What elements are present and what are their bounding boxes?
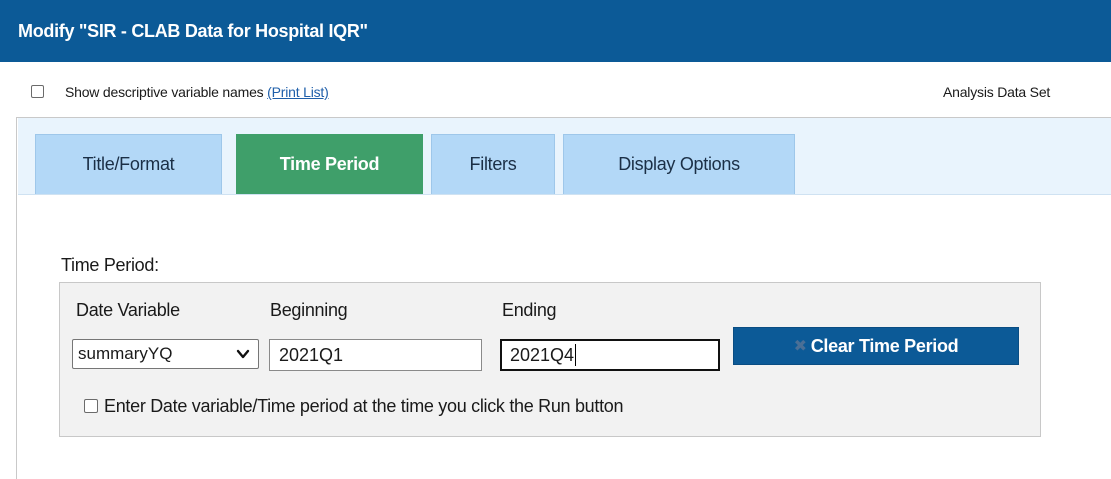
tab-filters[interactable]: Filters [431,134,555,194]
date-variable-value: summaryYQ [78,344,173,363]
clear-time-period-button[interactable]: ✖ Clear Time Period [733,327,1019,365]
enter-at-runtime-label: Enter Date variable/Time period at the t… [104,396,624,416]
date-variable-select[interactable]: summaryYQ [72,339,259,369]
variable-names-row: Show descriptive variable names (Print L… [0,80,1111,106]
ending-input[interactable]: 2021Q4 [500,339,720,371]
analysis-dataset-label: Analysis Data Set [943,84,1051,100]
tab-display-options[interactable]: Display Options [563,134,795,194]
enter-at-runtime-row: Enter Date variable/Time period at the t… [84,396,624,417]
time-period-section-label: Time Period: [61,255,159,275]
beginning-input[interactable]: 2021Q1 [269,339,482,371]
show-descriptive-label: Show descriptive variable names (Print L… [65,84,329,100]
modify-report-page: Modify "SIR - CLAB Data for Hospital IQR… [0,0,1111,479]
tab-strip: Title/Format Time Period Filters Display… [18,118,1111,195]
beginning-label: Beginning [270,300,348,320]
dialog-title-bar: Modify "SIR - CLAB Data for Hospital IQR… [0,0,1111,62]
dialog-title: Modify "SIR - CLAB Data for Hospital IQR… [18,20,368,41]
chevron-down-icon [236,349,250,359]
enter-at-runtime-checkbox[interactable] [84,399,98,413]
text-caret [575,344,577,366]
close-icon: ✖ [793,338,807,355]
tab-title-format[interactable]: Title/Format [35,134,222,194]
print-list-link[interactable]: (Print List) [267,84,329,100]
ending-label: Ending [502,300,557,320]
tab-time-period[interactable]: Time Period [236,134,423,194]
show-descriptive-checkbox[interactable] [31,85,44,98]
date-variable-label: Date Variable [76,300,180,320]
